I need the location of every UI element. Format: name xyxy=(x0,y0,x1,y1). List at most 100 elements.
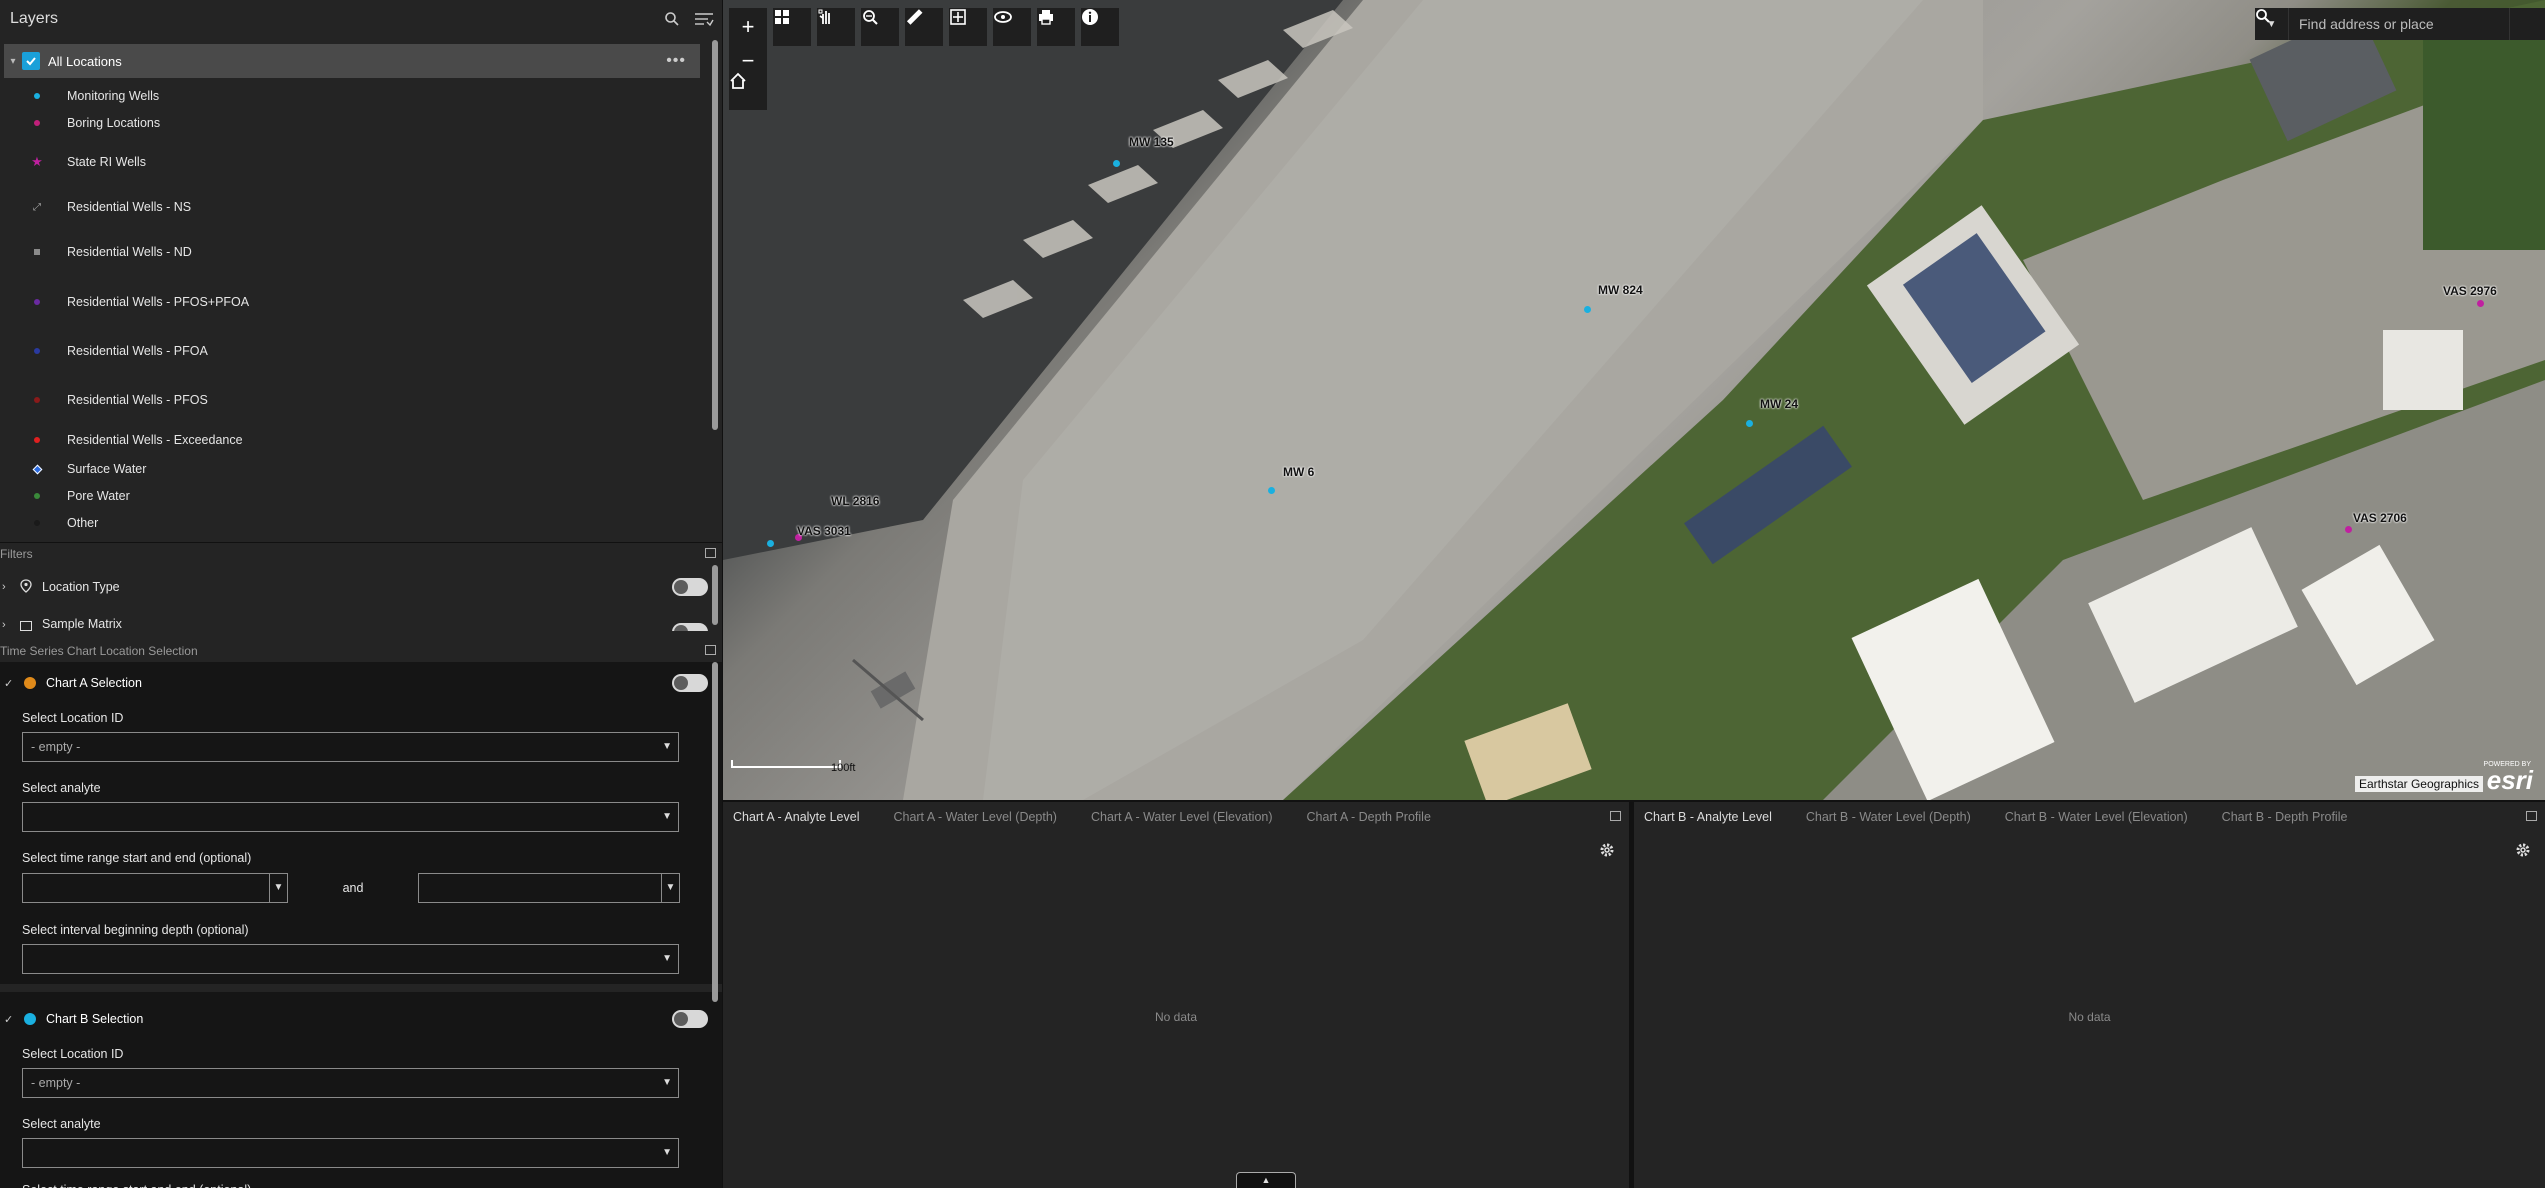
basemap-gallery-button[interactable] xyxy=(773,8,811,46)
maximize-icon[interactable] xyxy=(1610,811,1621,821)
legend-item: Residential Wells - Exceedance xyxy=(30,433,243,447)
plus-icon: + xyxy=(741,14,755,39)
address-search-input[interactable]: Find address or place xyxy=(2289,8,2509,40)
maximize-icon[interactable] xyxy=(2526,811,2537,821)
filters-scrollbar[interactable] xyxy=(712,565,718,625)
filter-list-icon[interactable] xyxy=(690,5,718,33)
chart-a-location-select[interactable]: - empty - ▼ xyxy=(22,732,679,762)
tab-chart-a-3[interactable]: Chart A - Depth Profile xyxy=(1307,810,1431,824)
location-pin-icon xyxy=(20,578,32,596)
search-icon[interactable] xyxy=(658,5,686,33)
chevron-down-icon[interactable]: ▼ xyxy=(269,874,287,902)
well-marker-wl2816[interactable] xyxy=(767,540,774,547)
grid-icon xyxy=(775,10,789,24)
well-marker-mw24[interactable] xyxy=(1746,420,1753,427)
chevron-down-icon[interactable]: ▼ xyxy=(662,945,672,973)
print-button[interactable] xyxy=(1037,8,1075,46)
dot-symbol-icon xyxy=(30,433,44,447)
dot-symbol-icon xyxy=(30,89,44,103)
chart-a-time-end[interactable]: ▼ xyxy=(418,873,680,903)
tab-chart-b-3[interactable]: Chart B - Depth Profile xyxy=(2222,810,2348,824)
layer-visibility-checkbox[interactable] xyxy=(22,52,40,70)
sample-matrix-toggle[interactable] xyxy=(672,623,708,631)
chart-a-toggle[interactable] xyxy=(672,674,708,692)
map-label-mw6: MW 6 xyxy=(1283,465,1315,479)
chevron-down-icon[interactable]: ▼ xyxy=(662,1069,672,1097)
chart-b-selection-header[interactable]: ✓ Chart B Selection xyxy=(0,998,722,1040)
query-button[interactable] xyxy=(861,8,899,46)
map-view[interactable]: MW 135 MW 824 MW 24 MW 6 WL 2816 VAS 303… xyxy=(723,0,2545,800)
map-label-mw824: MW 824 xyxy=(1598,283,1643,297)
maximize-icon[interactable] xyxy=(705,645,716,655)
layer-all-locations-label: All Locations xyxy=(48,53,122,69)
filter-sample-matrix-label: Sample Matrix xyxy=(42,617,122,631)
chart-b-analyte-select[interactable]: ▼ xyxy=(22,1138,679,1168)
map-attribution: Earthstar Geographics xyxy=(2354,776,2483,792)
tab-chart-b-1[interactable]: Chart B - Water Level (Depth) xyxy=(1806,810,1971,824)
dot-symbol-icon xyxy=(30,116,44,130)
layers-header: Layers xyxy=(0,0,722,38)
chart-a-selection-header[interactable]: ✓ Chart A Selection xyxy=(0,662,722,704)
filter-location-type[interactable]: › Location Type xyxy=(0,565,722,609)
layers-scrollbar[interactable] xyxy=(712,40,718,430)
well-marker-vas2976[interactable] xyxy=(2477,300,2484,307)
zoom-in-button[interactable]: + xyxy=(729,8,767,46)
chart-a-selection-label: Chart A Selection xyxy=(46,676,142,690)
well-marker-mw6[interactable] xyxy=(1268,487,1275,494)
legend-item-label: Residential Wells - NS xyxy=(67,200,192,214)
location-type-toggle[interactable] xyxy=(672,578,708,596)
timeseries-title-text: Time Series Chart Location Selection xyxy=(0,644,198,658)
chart-b-tabs: Chart B - Analyte Level Chart B - Water L… xyxy=(1634,802,2545,832)
chevron-right-icon[interactable]: › xyxy=(2,581,14,593)
layer-list-button[interactable] xyxy=(993,8,1031,46)
chart-a-time-label: Select time range start and end (optiona… xyxy=(22,851,252,865)
map-label-vas2706: VAS 2706 xyxy=(2353,511,2407,525)
tab-chart-a-2[interactable]: Chart A - Water Level (Elevation) xyxy=(1091,810,1273,824)
expand-panel-handle[interactable]: ▲ xyxy=(1236,1172,1296,1188)
search-button[interactable] xyxy=(2256,8,2545,40)
legend-item-label: Pore Water xyxy=(67,489,130,503)
chevron-down-icon[interactable]: ▼ xyxy=(662,1139,672,1167)
gear-icon[interactable] xyxy=(1599,842,1615,858)
layer-all-locations[interactable]: ▾ All Locations ••• xyxy=(4,44,700,78)
chart-b-toggle[interactable] xyxy=(672,1010,708,1028)
square-symbol-icon xyxy=(30,245,44,259)
legend-item-label: Residential Wells - ND xyxy=(67,245,192,259)
home-button[interactable] xyxy=(729,72,767,110)
about-button[interactable] xyxy=(1081,8,1119,46)
chevron-down-icon[interactable]: ▼ xyxy=(661,874,679,902)
coordinate-button[interactable] xyxy=(949,8,987,46)
filter-sample-matrix[interactable]: › Sample Matrix xyxy=(0,609,722,631)
chart-a-time-start[interactable]: ▼ xyxy=(22,873,288,903)
chart-b-location-select[interactable]: - empty - ▼ xyxy=(22,1068,679,1098)
chevron-down-icon[interactable]: ▼ xyxy=(662,803,672,831)
well-marker-mw824[interactable] xyxy=(1584,306,1591,313)
chevron-right-icon[interactable]: › xyxy=(2,619,14,631)
dot-symbol-icon xyxy=(30,489,44,503)
tab-chart-b-2[interactable]: Chart B - Water Level (Elevation) xyxy=(2005,810,2188,824)
chart-b-time-label: Select time range start and end (optiona… xyxy=(0,1180,722,1188)
well-marker-mw135[interactable] xyxy=(1113,160,1120,167)
search-icon xyxy=(2256,9,2270,23)
legend-item: Other xyxy=(30,516,98,530)
tab-chart-a-0[interactable]: Chart A - Analyte Level xyxy=(733,810,859,824)
timeseries-scrollbar[interactable] xyxy=(712,662,718,1002)
measure-button[interactable] xyxy=(905,8,943,46)
well-marker-vas2706[interactable] xyxy=(2345,526,2352,533)
tab-chart-a-1[interactable]: Chart A - Water Level (Depth) xyxy=(893,810,1057,824)
timeseries-panel: Time Series Chart Location Selection ✓ C… xyxy=(0,640,722,1188)
chart-a-depth-select[interactable]: ▼ xyxy=(22,944,679,974)
chevron-down-icon[interactable]: ▼ xyxy=(662,733,672,761)
maximize-icon[interactable] xyxy=(705,548,716,558)
tab-chart-b-0[interactable]: Chart B - Analyte Level xyxy=(1644,810,1772,824)
collapse-caret-icon[interactable]: ▾ xyxy=(4,56,22,67)
chart-a-time-range: ▼ and ▼ xyxy=(22,872,722,904)
gear-icon[interactable] xyxy=(2515,842,2531,858)
legend-item: Monitoring Wells xyxy=(30,89,159,103)
legend-item: Surface Water xyxy=(30,462,146,476)
chart-a-analyte-select[interactable]: ▼ xyxy=(22,802,679,832)
more-options-icon[interactable]: ••• xyxy=(666,52,686,70)
scale-bar xyxy=(731,760,841,768)
select-button[interactable] xyxy=(817,8,855,46)
check-symbol-icon: ⤢ xyxy=(33,201,41,213)
